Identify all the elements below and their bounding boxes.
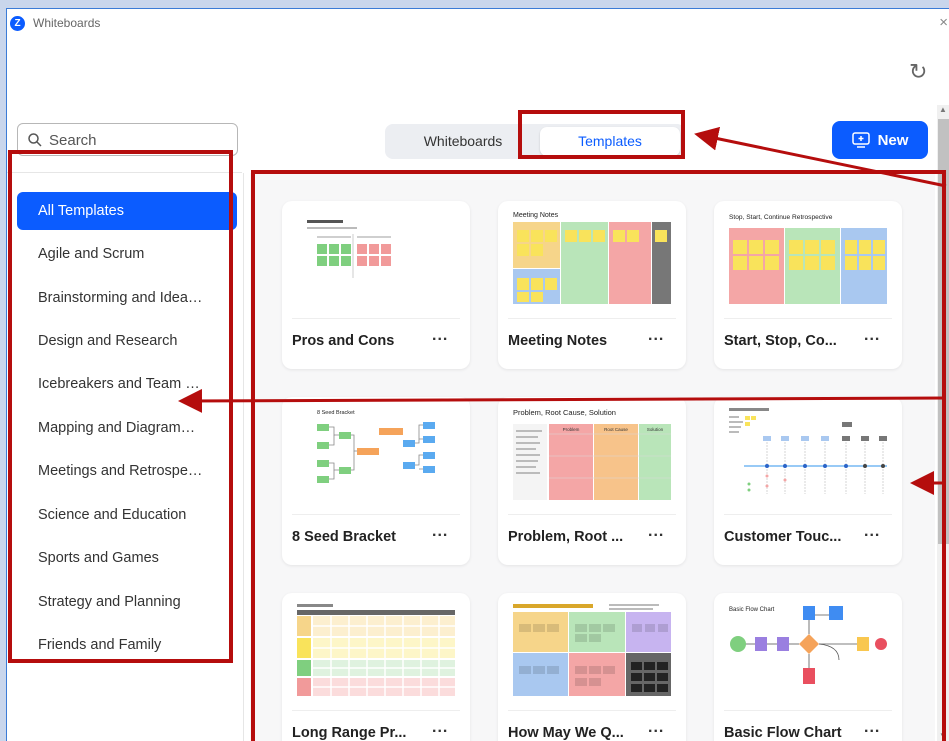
new-button[interactable]: New	[832, 121, 928, 159]
sidebar-border	[243, 173, 244, 741]
tab-whiteboards[interactable]: Whiteboards	[393, 127, 533, 156]
new-button-label: New	[877, 131, 909, 149]
highlight-template-grid	[251, 170, 946, 741]
new-whiteboard-icon	[851, 132, 870, 148]
highlight-category-list	[8, 150, 233, 663]
refresh-icon[interactable]: ↻	[909, 61, 927, 83]
window-title: Whiteboards	[33, 16, 101, 30]
zoom-app-icon: Z	[10, 16, 25, 31]
scroll-up-arrow-icon[interactable]: ▲	[939, 105, 947, 114]
search-icon	[28, 133, 42, 147]
close-icon[interactable]: ×	[939, 14, 948, 31]
search-input[interactable]	[49, 129, 229, 151]
highlight-templates-tab	[518, 110, 685, 159]
title-bar: Z Whiteboards ×	[7, 9, 949, 39]
